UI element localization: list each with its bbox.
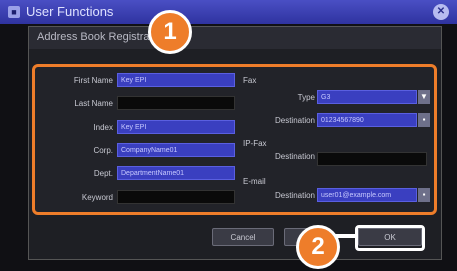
- email-lookup-icon[interactable]: ▪: [418, 188, 430, 202]
- corp-label: Corp.: [93, 146, 113, 155]
- dialog-titlebar: Address Book Registration: [29, 27, 441, 49]
- ipfax-label: IP-Fax: [243, 139, 267, 148]
- screen: ■ User Functions ✕ Address Book Registra…: [0, 0, 457, 271]
- corp-field[interactable]: CompanyName01: [117, 143, 235, 157]
- first-name-label: First Name: [73, 76, 113, 85]
- last-name-field[interactable]: [117, 96, 235, 110]
- email-destination-field[interactable]: user01@example.com: [317, 188, 417, 202]
- dept-label: Dept.: [93, 169, 113, 178]
- callout-2-badge: 2: [296, 225, 340, 269]
- keyword-field[interactable]: [117, 190, 235, 204]
- ipfax-destination-label: Destination: [274, 152, 315, 161]
- fax-type-label: Type: [297, 93, 315, 102]
- fax-type-select[interactable]: G3: [317, 90, 417, 104]
- keyword-label: Keyword: [81, 193, 113, 202]
- dept-field[interactable]: DepartmentName01: [117, 166, 235, 180]
- window-titlebar: ■ User Functions ✕: [0, 0, 457, 24]
- window-title: User Functions: [26, 4, 114, 19]
- email-label: E-mail: [243, 177, 266, 186]
- fax-destination-field[interactable]: 01234567890: [317, 113, 417, 127]
- chevron-down-icon[interactable]: ▼: [418, 90, 430, 104]
- ipfax-destination-field[interactable]: [317, 152, 427, 166]
- fax-destination-label: Destination: [274, 116, 315, 125]
- callout-1-badge: 1: [148, 10, 192, 54]
- address-lookup-icon[interactable]: ▪: [418, 113, 430, 127]
- first-name-field[interactable]: Key EPI: [117, 73, 235, 87]
- callout-connector: [335, 234, 357, 238]
- app-icon: ■: [8, 6, 20, 18]
- ok-button-highlight: [355, 225, 425, 251]
- email-destination-label: Destination: [274, 191, 315, 200]
- fax-label: Fax: [243, 76, 257, 85]
- index-label: Index: [93, 123, 113, 132]
- close-icon[interactable]: ✕: [433, 4, 449, 20]
- last-name-label: Last Name: [74, 99, 113, 108]
- form-panel: First Name Key EPI Last Name Index Key E…: [32, 64, 437, 215]
- cancel-button[interactable]: Cancel: [212, 228, 274, 246]
- index-field[interactable]: Key EPI: [117, 120, 235, 134]
